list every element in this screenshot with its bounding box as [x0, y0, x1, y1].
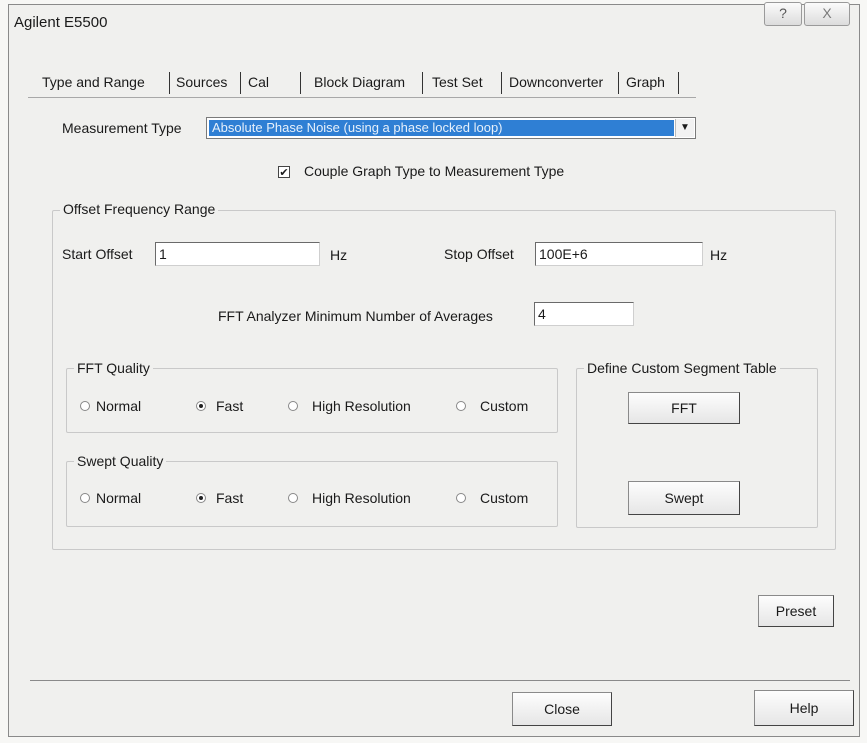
- tab-test-set[interactable]: Test Set: [432, 68, 483, 96]
- fft-averages-input[interactable]: 4: [534, 302, 634, 326]
- swept-quality-custom[interactable]: Custom: [456, 490, 536, 510]
- segment-table-title: Define Custom Segment Table: [584, 360, 780, 376]
- fft-segment-button[interactable]: FFT: [628, 392, 740, 424]
- measurement-type-select[interactable]: Absolute Phase Noise (using a phase lock…: [206, 117, 696, 139]
- tab-cal[interactable]: Cal: [248, 68, 269, 96]
- preset-button[interactable]: Preset: [758, 595, 834, 627]
- start-offset-unit: Hz: [330, 247, 348, 263]
- swept-quality-high-resolution[interactable]: High Resolution: [288, 490, 428, 510]
- tab-downconverter[interactable]: Downconverter: [509, 68, 603, 96]
- chevron-down-icon[interactable]: ▼: [675, 119, 694, 137]
- close-icon: X: [822, 5, 832, 21]
- help-title-button[interactable]: ?: [764, 2, 802, 26]
- tab-block-diagram[interactable]: Block Diagram: [314, 68, 405, 96]
- window-title: Agilent E5500: [14, 14, 108, 31]
- tab-underline: [28, 97, 696, 98]
- fft-quality-high-resolution[interactable]: High Resolution: [288, 398, 428, 418]
- couple-graph-checkbox[interactable]: ✔: [278, 166, 290, 179]
- tab-sources[interactable]: Sources: [176, 68, 227, 96]
- stop-offset-unit: Hz: [710, 247, 728, 263]
- fft-quality-normal[interactable]: Normal: [80, 398, 156, 418]
- swept-quality-fast[interactable]: Fast: [196, 490, 260, 510]
- tab-type-and-range[interactable]: Type and Range: [42, 68, 145, 96]
- start-offset-label: Start Offset: [62, 246, 133, 262]
- stop-offset-label: Stop Offset: [444, 246, 514, 262]
- fft-quality-fast[interactable]: Fast: [196, 398, 260, 418]
- fft-quality-title: FFT Quality: [74, 360, 153, 376]
- stop-offset-input[interactable]: 100E+6: [535, 242, 703, 266]
- offset-frequency-title: Offset Frequency Range: [60, 201, 219, 217]
- measurement-type-value: Absolute Phase Noise (using a phase lock…: [209, 120, 674, 136]
- close-title-button[interactable]: X: [804, 2, 850, 26]
- help-icon: ?: [779, 5, 787, 21]
- help-button[interactable]: Help: [754, 690, 854, 726]
- measurement-type-label: Measurement Type: [62, 120, 182, 136]
- fft-averages-label: FFT Analyzer Minimum Number of Averages: [218, 308, 493, 324]
- close-button[interactable]: Close: [512, 692, 612, 726]
- swept-quality-normal[interactable]: Normal: [80, 490, 156, 510]
- start-offset-input[interactable]: 1: [155, 242, 320, 266]
- fft-quality-custom[interactable]: Custom: [456, 398, 536, 418]
- tab-graph[interactable]: Graph: [626, 68, 665, 96]
- swept-quality-title: Swept Quality: [74, 453, 167, 469]
- couple-graph-label: Couple Graph Type to Measurement Type: [304, 163, 565, 179]
- bottom-separator: [30, 680, 850, 681]
- swept-segment-button[interactable]: Swept: [628, 481, 740, 515]
